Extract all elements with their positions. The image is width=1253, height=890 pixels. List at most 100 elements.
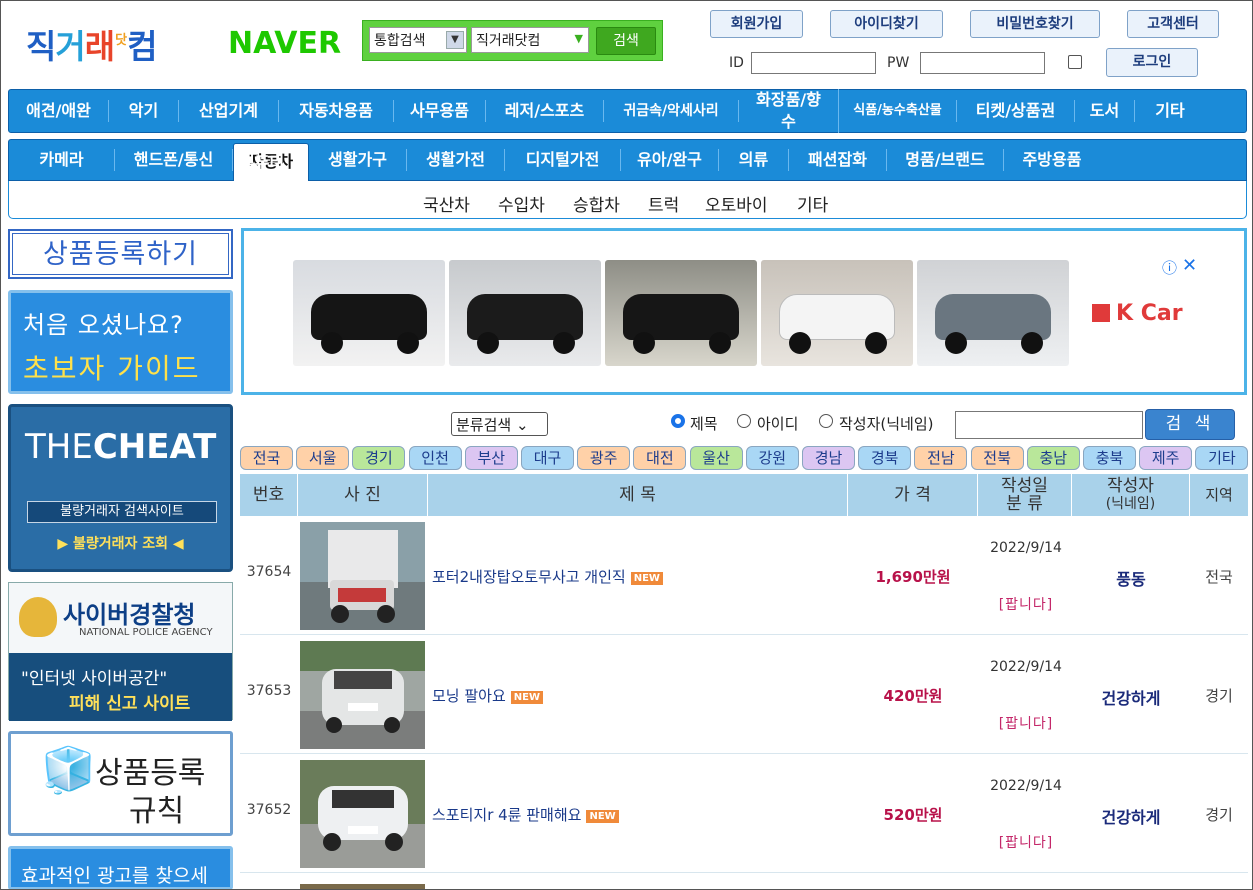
ad-car-photo-4[interactable] [761,260,913,366]
region-button[interactable]: 인천 [408,446,462,470]
ad-car-photo-1[interactable] [293,260,445,366]
beginner-guide-banner[interactable]: 처음 오셨나요? 초보자 가이드 [8,290,233,394]
region-button[interactable]: 충북 [1083,446,1136,470]
row-title-link[interactable]: 포터2내장탑오토무사고 개인직 NEW [432,566,663,587]
ad-car-photo-2[interactable] [449,260,601,366]
region-button[interactable]: 충남 [1026,446,1080,470]
subnav-motorcycle[interactable]: 오토바이 [705,191,768,216]
signup-button[interactable]: 회원가입 [710,10,803,38]
nav-item-digital[interactable]: 디지털가전 [505,149,621,171]
nav-item-machinery[interactable]: 산업기계 [179,100,279,122]
nav-item-office[interactable]: 사무용품 [394,100,486,122]
nav-item-furniture[interactable]: 생활가구 [309,149,407,171]
nav-item-jewelry[interactable]: 귀금속/악세사리 [604,100,739,122]
row-type: [팝니다] [998,835,1054,851]
nav-item-food[interactable]: 식품/농수축산물 [839,100,957,122]
nav-item-tickets[interactable]: 티켓/상품권 [957,100,1075,122]
region-button[interactable]: 대구 [521,446,574,470]
ad-car-photo-5[interactable] [917,260,1069,366]
site-logo[interactable]: 직거래닷컴 [26,20,157,68]
kcar-ad-banner[interactable]: ⓘ ✕ K Car [241,228,1247,395]
region-button[interactable]: 기타 [1195,446,1249,470]
id-input[interactable] [751,52,876,74]
thecheat-banner[interactable]: THECHEAT 불량거래자 검색사이트 ▶ 불량거래자 조회 ◀ [8,404,233,572]
row-date: 2022/9/14 [990,778,1062,794]
customer-center-button[interactable]: 고객센터 [1127,10,1219,38]
board-search-input[interactable] [955,411,1143,439]
radio-author[interactable] [819,414,833,428]
police-line2: 피해 신고 사이트 [69,694,191,714]
nav-item-etc[interactable]: 기타 [1135,100,1205,122]
table-row[interactable]: 37652 스포티지r 4륜 판매해요 NEW 520만원 2022/9/14 [… [240,754,1248,873]
radio-title[interactable] [671,414,685,428]
nav-item-appliances[interactable]: 생활가전 [407,149,505,171]
search-scope-select[interactable]: 통합검색 ▼ [369,27,467,53]
row-author[interactable]: 건강하게 [1072,804,1190,828]
id-label: ID [729,55,744,71]
nav-item-kitchen[interactable]: 주방용품 [1004,149,1100,171]
row-author[interactable]: 풍동 [1072,566,1190,590]
table-row[interactable]: 37653 모닝 팔아요 NEW 420만원 2022/9/14 [팝니다] 건강… [240,635,1248,754]
nav-item-baby[interactable]: 유아/완구 [621,149,719,171]
row-photo[interactable] [300,522,425,630]
search-site-select[interactable]: 직거래닷컴 ▼ [471,27,589,53]
region-button[interactable]: 강원 [745,446,799,470]
ad-close-icon[interactable]: ✕ [1182,255,1197,276]
nav-item-phone[interactable]: 핸드폰/통신 [115,149,233,171]
row-photo[interactable] [300,641,425,749]
nav-item-clothing[interactable]: 의류 [719,149,789,171]
nav-item-brands[interactable]: 명품/브랜드 [887,149,1004,171]
region-button[interactable]: 경북 [858,446,912,470]
region-button[interactable]: 전남 [914,446,968,470]
thecheat-link: ▶ 불량거래자 조회 ◀ [57,536,184,552]
region-button[interactable]: 전북 [970,446,1024,470]
nav-item-computer[interactable]: 컴퓨터 [240,149,284,173]
category-search-select[interactable]: 분류검색 ⌄ [451,412,548,436]
region-button[interactable]: 광주 [577,446,631,470]
region-button[interactable]: 대전 [633,446,687,470]
region-button[interactable]: 부산 [464,446,518,470]
subnav-truck[interactable]: 트럭 [648,191,679,216]
find-password-button[interactable]: 비밀번호찾기 [970,10,1100,38]
product-rules-banner[interactable]: 🧊 상품등록 규칙 [8,731,233,836]
radio-userid[interactable] [737,414,751,428]
nav-item-cosmetics[interactable]: 화장품/향수 [739,89,839,133]
nav-item-car-accessories[interactable]: 자동차용품 [279,100,394,122]
row-title-link[interactable]: 스포티지r 4륜 판매해요 NEW [432,804,619,825]
thecheat-title-bold: CHEAT [92,427,217,467]
cyber-police-banner[interactable]: 사이버경찰청 NATIONAL POLICE AGENCY "인터넷 사이버공간… [8,582,233,721]
row-author[interactable]: 건강하게 [1072,685,1190,709]
nav-item-camera[interactable]: 카메라 [9,149,115,171]
ad-info-icon[interactable]: ⓘ [1162,257,1177,278]
find-id-button[interactable]: 아이디찾기 [830,10,943,38]
region-button[interactable]: 경기 [352,446,406,470]
advertise-banner[interactable]: 효과적인 광고를 찾으세요? [8,846,233,890]
listing-table-header: 번호 사 진 제 목 가 격 작성일 분 류 작성자 (닉네임) 지역 [240,474,1248,516]
nav-item-books[interactable]: 도서 [1075,100,1135,122]
nav-item-fashion[interactable]: 패션잡화 [789,149,887,171]
region-button[interactable]: 전국 [240,446,293,470]
subnav-etc[interactable]: 기타 [797,191,828,216]
new-badge: NEW [586,810,619,823]
subnav-van[interactable]: 승합차 [573,191,620,216]
login-button[interactable]: 로그인 [1106,48,1198,77]
nav-item-pets[interactable]: 애견/애완 [9,100,109,122]
region-button[interactable]: 울산 [689,446,743,470]
password-input[interactable] [920,52,1045,74]
nav-item-leisure[interactable]: 레저/스포츠 [486,100,604,122]
naver-search-button[interactable]: 검색 [596,27,656,55]
subnav-import[interactable]: 수입차 [498,191,545,216]
row-title-link[interactable]: 모닝 팔아요 NEW [432,685,544,706]
region-button[interactable]: 서울 [296,446,350,470]
board-search-button[interactable]: 검 색 [1145,409,1235,440]
row-photo[interactable] [300,760,425,868]
region-button[interactable]: 경남 [802,446,855,470]
register-product-button[interactable]: 상품등록하기 [8,229,233,279]
ad-car-photo-3[interactable] [605,260,757,366]
table-row[interactable]: 37654 포터2내장탑오토무사고 개인직 NEW 1,690만원 2022/9/… [240,516,1248,635]
remember-checkbox[interactable] [1068,55,1082,69]
category-search-value: 분류검색 [456,416,512,434]
nav-item-instruments[interactable]: 악기 [109,100,179,122]
region-button[interactable]: 제주 [1139,446,1193,470]
subnav-domestic[interactable]: 국산차 [423,191,470,216]
